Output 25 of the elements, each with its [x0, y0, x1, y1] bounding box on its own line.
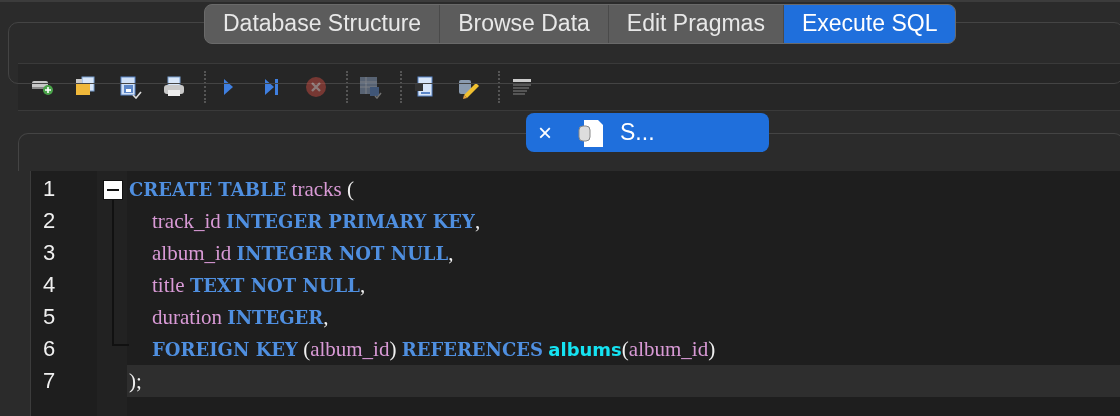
tab[interactable]: Execute SQL — [782, 5, 956, 43]
line-number: 6 — [42, 335, 57, 363]
code-line: title TEXT NOT NULL, — [151, 272, 367, 299]
line-number: 3 — [42, 239, 57, 267]
code-line: CREATE TABLE tracks ( — [128, 176, 355, 203]
line-number: 2 — [42, 207, 57, 235]
save-file-icon[interactable] — [118, 75, 142, 99]
code-line: FOREIGN KEY (album_id) REFERENCES albums(album_id) — [151, 336, 717, 363]
close-button[interactable]: × — [534, 120, 556, 145]
code-line: duration INTEGER, — [151, 304, 330, 331]
tab[interactable]: Database Structure — [205, 5, 440, 43]
print-icon[interactable] — [162, 75, 186, 99]
tab[interactable]: Browse Data — [439, 5, 608, 43]
line-number: 7 — [42, 367, 57, 395]
sql-tab-label: S... — [620, 119, 655, 146]
collapse-icon[interactable] — [103, 180, 123, 200]
code-line: track_id INTEGER PRIMARY KEY, — [151, 208, 482, 235]
line-number: 4 — [42, 271, 57, 299]
code-line: album_id INTEGER NOT NULL, — [151, 240, 455, 267]
document-icon — [576, 117, 606, 148]
document-icon[interactable] — [412, 75, 436, 99]
line-number: 5 — [42, 303, 57, 331]
line-number: 1 — [42, 175, 57, 203]
sql-tab[interactable]: × S... — [526, 113, 769, 152]
tab[interactable]: Edit Pragmas — [607, 5, 783, 43]
